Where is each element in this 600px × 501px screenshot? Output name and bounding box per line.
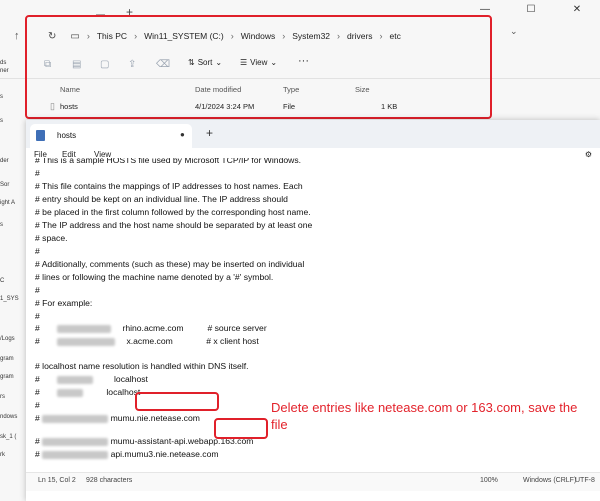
new-tab-icon[interactable]: +: [206, 126, 213, 140]
sidebar-item[interactable]: gram: [0, 374, 14, 380]
sidebar-item[interactable]: ight A: [0, 200, 15, 206]
redacted-ip: [56, 337, 115, 346]
text-line: # be placed in the first column followed…: [35, 207, 311, 217]
text-line: # rhino.acme.com # source server: [35, 323, 267, 333]
text-line: # localhost name resolution is handled w…: [35, 361, 249, 371]
sidebar-item[interactable]: 1_SYS: [0, 296, 19, 302]
example-host-x: x.acme.com # x client host: [126, 336, 259, 346]
text-line: #: [35, 168, 40, 178]
tab-hosts[interactable]: hosts ●: [30, 124, 192, 148]
text-line: #: [35, 246, 40, 256]
notepad-window: hosts ● + File Edit View ⚙ # This is a s…: [26, 120, 600, 501]
host-mumu-nie: mumu.nie.: [110, 413, 151, 423]
sidebar-item[interactable]: rs: [0, 394, 5, 400]
sidebar-item[interactable]: ds: [0, 60, 6, 66]
sidebar-item[interactable]: ndows: [0, 414, 17, 420]
text-line: #: [35, 311, 40, 321]
text-line: # entry should be kept on an individual …: [35, 194, 288, 204]
character-count: 928 characters: [86, 477, 133, 484]
sidebar-item[interactable]: ner: [0, 68, 9, 74]
line-ending[interactable]: Windows (CRLF): [523, 477, 576, 484]
text-line: # For example:: [35, 298, 93, 308]
sidebar-item[interactable]: rk: [0, 452, 5, 458]
explorer-highlight-box: [25, 15, 492, 119]
text-line: # localhost: [35, 374, 148, 384]
sidebar-item[interactable]: C: [0, 278, 4, 284]
redacted-ip: [56, 388, 83, 397]
text-line: # space.: [35, 233, 68, 243]
redacted-ip: [42, 414, 109, 423]
text-line: # lines or following the machine name de…: [35, 272, 274, 282]
status-bar: Ln 15, Col 2 928 characters 100% Windows…: [26, 472, 600, 491]
text-line: # api.mumu3.nie.netease.com: [35, 449, 219, 459]
sidebar-item[interactable]: der: [0, 158, 9, 164]
localhost-entry: localhost: [114, 374, 148, 384]
sidebar-item[interactable]: sk_1 (: [0, 434, 16, 440]
sidebar-item[interactable]: /Logs: [0, 336, 15, 342]
text-line: # The IP address and the host name shoul…: [35, 220, 313, 230]
instruction-annotation: Delete entries like netease.com or 163.c…: [271, 400, 578, 432]
encoding[interactable]: UTF-8: [575, 477, 595, 484]
host-mumu-assistant: mumu-assistant-api.webapp.: [110, 436, 221, 446]
163-highlight-box: [214, 418, 268, 439]
redacted-ip: [42, 437, 109, 446]
cursor-position: Ln 15, Col 2: [38, 477, 76, 484]
text-line: # localhost: [35, 387, 141, 397]
host-api-mumu3: api.mumu3.nie.netease.com: [110, 449, 219, 459]
sidebar-item[interactable]: s: [0, 118, 3, 124]
netease-highlight-box: [135, 392, 219, 411]
address-dropdown-icon[interactable]: ⌄: [510, 26, 518, 37]
sidebar-item[interactable]: s: [0, 222, 3, 228]
text-line: # Additionally, comments (such as these)…: [35, 259, 305, 269]
text-line: # This file contains the mappings of IP …: [35, 181, 303, 191]
text-line: # x.acme.com # x client host: [35, 336, 259, 346]
sidebar-item[interactable]: s: [0, 94, 3, 100]
close-icon[interactable]: ✕: [554, 0, 600, 18]
text-line: # mumu.nie.netease.com: [35, 413, 200, 423]
tab-title: hosts: [57, 131, 77, 140]
zoom-level[interactable]: 100%: [480, 477, 498, 484]
text-line: # This is a sample HOSTS file used by Mi…: [35, 158, 302, 165]
unsaved-dot-icon[interactable]: ●: [180, 130, 185, 139]
text-line: #: [35, 400, 40, 410]
redacted-ip: [42, 450, 109, 459]
redacted-ip: [56, 375, 93, 384]
text-line: #: [35, 285, 40, 295]
maximize-icon[interactable]: ☐: [508, 0, 554, 18]
up-arrow-icon[interactable]: ↑: [14, 30, 20, 42]
example-host-rhino: rhino.acme.com # source server: [122, 323, 267, 333]
sidebar-item[interactable]: gram: [0, 356, 14, 362]
host-netease-com: netease.com: [150, 413, 200, 423]
sidebar-item[interactable]: Sor: [0, 182, 9, 188]
redacted-ip: [56, 324, 111, 333]
notepad-titlebar: hosts ● +: [26, 120, 600, 148]
notepad-file-icon: [36, 130, 45, 141]
